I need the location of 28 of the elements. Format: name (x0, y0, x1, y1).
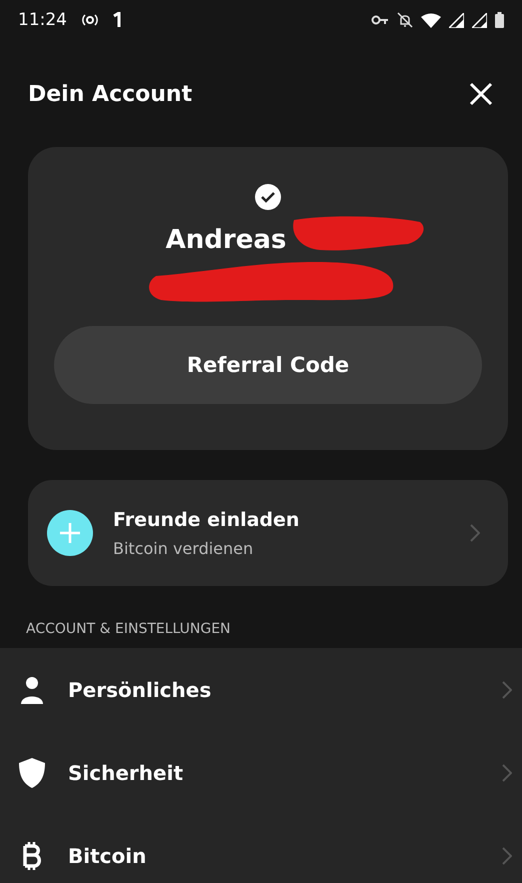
battery-icon (495, 12, 504, 28)
shield-icon (18, 756, 46, 788)
invite-subtitle: Bitcoin verdienen (113, 538, 254, 558)
chevron-icon (502, 680, 512, 698)
plus-icon (47, 510, 93, 556)
bell-muted-icon (397, 12, 413, 28)
notification-icon (113, 12, 121, 28)
signal-icon (449, 12, 464, 28)
invite-card[interactable]: Freunde einladen Bitcoin verdienen (28, 480, 508, 586)
close-button[interactable] (468, 81, 494, 107)
wifi-icon (421, 12, 441, 28)
chevron-icon (502, 846, 512, 864)
menu-item[interactable]: Bitcoin (68, 844, 480, 868)
bitcoin-icon (21, 840, 43, 870)
referral-code-button[interactable]: Referral Code (54, 326, 482, 404)
chevron-icon (470, 524, 480, 542)
chevron-icon (502, 764, 512, 782)
hotspot-icon (81, 13, 99, 27)
section-heading: ACCOUNT & EINSTELLUNGEN (25, 620, 232, 639)
signal-icon (472, 12, 487, 28)
page-title: Dein Account (28, 82, 192, 106)
invite-title: Freunde einladen (113, 508, 300, 530)
key-icon (371, 15, 389, 25)
menu-item[interactable]: Persönliches (68, 678, 480, 702)
person-icon (20, 676, 44, 704)
user-name: Andreas (166, 225, 286, 255)
menu-item[interactable]: Sicherheit (68, 760, 480, 784)
clock-time: 11:24 (18, 10, 67, 30)
